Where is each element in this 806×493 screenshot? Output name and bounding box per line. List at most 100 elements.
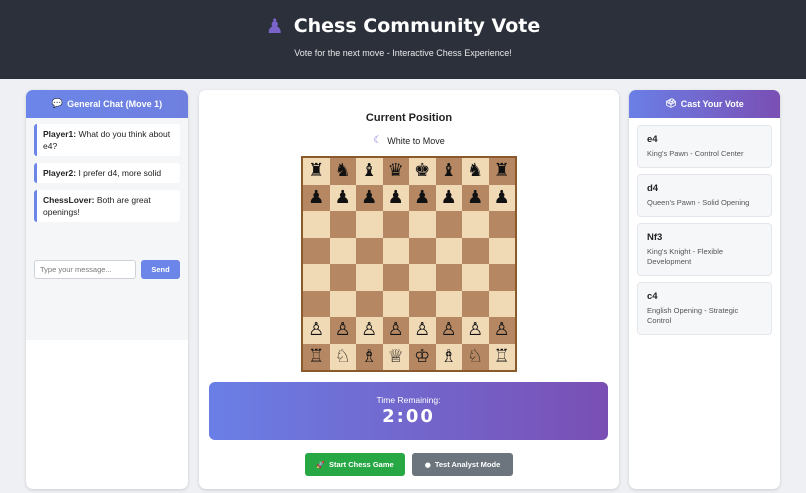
board-square-b4[interactable] bbox=[329, 264, 356, 291]
board-square-a3[interactable] bbox=[303, 290, 330, 317]
board-square-d6[interactable] bbox=[382, 211, 409, 238]
chess-piece: ♙ bbox=[308, 319, 325, 341]
board-square-h5[interactable] bbox=[488, 237, 515, 264]
board-square-h8[interactable]: ♜ bbox=[488, 158, 515, 185]
board-square-d7[interactable]: ♟ bbox=[382, 184, 409, 211]
ballot-box-icon: 🗳 bbox=[665, 99, 677, 109]
start-chess-game-button[interactable]: 🚀 Start Chess Game bbox=[305, 453, 405, 476]
chess-board[interactable]: ♜ ♞ ♝ ♛ ♚ ♝ ♞ ♜ ♟ ♟ ♟ ♟ ♟ ♟ ♟ ♟ ♙ ♙ ♙ ♙ ♙ ♙ ♙ ♙ ♖ ♘ ♗ ♕ ♔ ♗ ♘ ♖ bbox=[301, 156, 517, 372]
board-square-a2[interactable]: ♙ bbox=[303, 317, 330, 344]
chess-piece: ♗ bbox=[361, 345, 378, 367]
board-square-d2[interactable]: ♙ bbox=[382, 317, 409, 344]
board-square-h6[interactable] bbox=[488, 211, 515, 238]
vote-panel: 🗳 Cast Your Vote e4 King's Pawn - Contro… bbox=[629, 90, 780, 489]
board-square-a6[interactable] bbox=[303, 211, 330, 238]
header-title-row: ♟ Chess Community Vote bbox=[0, 14, 806, 38]
chess-piece: ♙ bbox=[361, 319, 378, 341]
vote-option-e4[interactable]: e4 King's Pawn - Control Center bbox=[637, 125, 772, 168]
board-square-c1[interactable]: ♗ bbox=[356, 343, 383, 370]
board-square-a4[interactable] bbox=[303, 264, 330, 291]
board-square-h7[interactable]: ♟ bbox=[488, 184, 515, 211]
board-square-f4[interactable] bbox=[435, 264, 462, 291]
board-square-b1[interactable]: ♘ bbox=[329, 343, 356, 370]
board-square-c6[interactable] bbox=[356, 211, 383, 238]
board-square-d3[interactable] bbox=[382, 290, 409, 317]
chat-message-input[interactable] bbox=[34, 260, 136, 279]
board-square-b5[interactable] bbox=[329, 237, 356, 264]
chess-piece: ♙ bbox=[493, 319, 510, 341]
vote-option-desc: Queen's Pawn - Solid Opening bbox=[647, 198, 750, 207]
chess-piece: ♟ bbox=[440, 186, 457, 208]
vote-option-move: Nf3 bbox=[647, 232, 663, 243]
board-square-e5[interactable] bbox=[409, 237, 436, 264]
board-square-h4[interactable] bbox=[488, 264, 515, 291]
board-square-c3[interactable] bbox=[356, 290, 383, 317]
chess-piece: ♙ bbox=[334, 319, 351, 341]
chat-title: General Chat (Move 1) bbox=[67, 99, 163, 109]
board-square-f1[interactable]: ♗ bbox=[435, 343, 462, 370]
board-square-c2[interactable]: ♙ bbox=[356, 317, 383, 344]
vote-option-nf3[interactable]: Nf3 King's Knight - Flexible Development bbox=[637, 223, 772, 276]
board-square-e4[interactable] bbox=[409, 264, 436, 291]
board-square-g7[interactable]: ♟ bbox=[462, 184, 489, 211]
chat-message-user: Player2: bbox=[43, 168, 77, 178]
turn-indicator: ☾ White to Move bbox=[199, 135, 619, 146]
chat-message-user: ChessLover: bbox=[43, 195, 95, 205]
board-square-g4[interactable] bbox=[462, 264, 489, 291]
test-analyst-mode-button[interactable]: ● Test Analyst Mode bbox=[412, 453, 513, 476]
chat-message-user: Player1: bbox=[43, 129, 77, 139]
board-square-h3[interactable] bbox=[488, 290, 515, 317]
send-button[interactable]: Send bbox=[141, 260, 180, 279]
board-square-g2[interactable]: ♙ bbox=[462, 317, 489, 344]
board-square-b8[interactable]: ♞ bbox=[329, 158, 356, 185]
board-square-b2[interactable]: ♙ bbox=[329, 317, 356, 344]
board-square-d8[interactable]: ♛ bbox=[382, 158, 409, 185]
board-square-e6[interactable] bbox=[409, 211, 436, 238]
board-square-c7[interactable]: ♟ bbox=[356, 184, 383, 211]
board-square-a1[interactable]: ♖ bbox=[303, 343, 330, 370]
board-square-g8[interactable]: ♞ bbox=[462, 158, 489, 185]
board-square-g6[interactable] bbox=[462, 211, 489, 238]
board-square-a5[interactable] bbox=[303, 237, 330, 264]
vote-option-move: c4 bbox=[647, 291, 658, 302]
page-title: Chess Community Vote bbox=[293, 15, 541, 37]
rocket-icon: 🚀 bbox=[316, 460, 326, 469]
board-square-b6[interactable] bbox=[329, 211, 356, 238]
page-subtitle: Vote for the next move - Interactive Che… bbox=[294, 48, 512, 58]
board-square-d1[interactable]: ♕ bbox=[382, 343, 409, 370]
board-square-c8[interactable]: ♝ bbox=[356, 158, 383, 185]
board-square-h2[interactable]: ♙ bbox=[488, 317, 515, 344]
board-square-c5[interactable] bbox=[356, 237, 383, 264]
chess-piece: ♟ bbox=[493, 186, 510, 208]
vote-option-c4[interactable]: c4 English Opening - Strategic Control bbox=[637, 282, 772, 335]
board-square-b3[interactable] bbox=[329, 290, 356, 317]
chat-bubble-icon: 💬 bbox=[51, 99, 64, 109]
vote-option-desc: King's Knight - Flexible Development bbox=[647, 247, 724, 266]
vote-option-d4[interactable]: d4 Queen's Pawn - Solid Opening bbox=[637, 174, 772, 217]
board-square-a8[interactable]: ♜ bbox=[303, 158, 330, 185]
board-square-g3[interactable] bbox=[462, 290, 489, 317]
board-square-c4[interactable] bbox=[356, 264, 383, 291]
board-square-d4[interactable] bbox=[382, 264, 409, 291]
chess-piece: ♔ bbox=[414, 345, 431, 367]
board-square-e2[interactable]: ♙ bbox=[409, 317, 436, 344]
board-square-b7[interactable]: ♟ bbox=[329, 184, 356, 211]
board-square-d5[interactable] bbox=[382, 237, 409, 264]
board-square-g5[interactable] bbox=[462, 237, 489, 264]
chess-piece: ♘ bbox=[467, 345, 484, 367]
board-square-f2[interactable]: ♙ bbox=[435, 317, 462, 344]
board-square-e7[interactable]: ♟ bbox=[409, 184, 436, 211]
board-square-f6[interactable] bbox=[435, 211, 462, 238]
board-square-e8[interactable]: ♚ bbox=[409, 158, 436, 185]
board-square-f5[interactable] bbox=[435, 237, 462, 264]
board-square-e3[interactable] bbox=[409, 290, 436, 317]
chess-piece: ♖ bbox=[308, 345, 325, 367]
board-square-f8[interactable]: ♝ bbox=[435, 158, 462, 185]
board-square-f7[interactable]: ♟ bbox=[435, 184, 462, 211]
board-square-g1[interactable]: ♘ bbox=[462, 343, 489, 370]
board-square-e1[interactable]: ♔ bbox=[409, 343, 436, 370]
board-square-h1[interactable]: ♖ bbox=[488, 343, 515, 370]
board-square-a7[interactable]: ♟ bbox=[303, 184, 330, 211]
board-square-f3[interactable] bbox=[435, 290, 462, 317]
chat-message: Player1: What do you think about e4? bbox=[34, 124, 180, 156]
